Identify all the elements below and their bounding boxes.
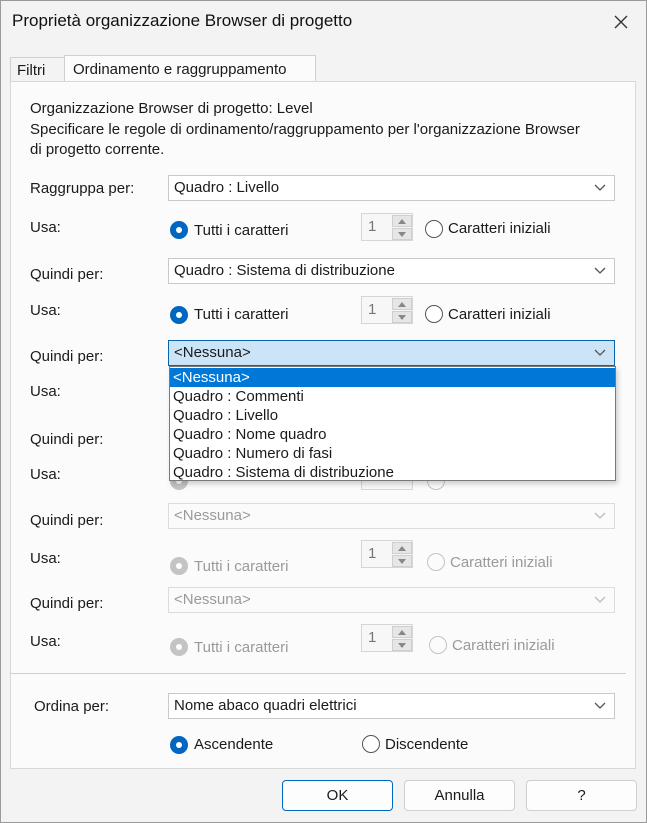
initial-chars-radio[interactable] <box>425 220 443 238</box>
stepper-up-icon[interactable] <box>392 298 412 310</box>
then-by-label: Quindi per: <box>30 348 104 365</box>
use-label: Usa: <box>30 219 61 236</box>
all-chars-radio[interactable] <box>170 221 188 239</box>
group-by-label: Raggruppa per: <box>30 180 135 197</box>
header-line-1: Organizzazione Browser di progetto: Leve… <box>30 100 313 117</box>
dropdown-option[interactable]: Quadro : Numero di fasi <box>170 444 615 463</box>
all-chars-label: Tutti i caratteri <box>194 639 289 656</box>
use-label: Usa: <box>30 302 61 319</box>
close-button[interactable] <box>604 8 638 36</box>
then-by-label: Quindi per: <box>30 431 104 448</box>
use-label: Usa: <box>30 466 61 483</box>
dialog-title: Proprietà organizzazione Browser di prog… <box>12 11 353 30</box>
header-line-2: Specificare le regole di ordinamento/rag… <box>30 121 580 138</box>
dropdown-option[interactable]: Quadro : Nome quadro <box>170 425 615 444</box>
combo-value: <Nessuna> <box>174 344 251 361</box>
sort-by-label: Ordina per: <box>34 698 110 715</box>
chars-count-stepper[interactable]: 1 <box>361 296 413 324</box>
combo-value: Quadro : Livello <box>174 179 280 196</box>
cancel-button[interactable]: Annulla <box>404 780 515 811</box>
group-by-combo[interactable]: Quadro : Livello <box>168 175 615 201</box>
dropdown-option[interactable]: Quadro : Livello <box>170 406 615 425</box>
ascending-label: Ascendente <box>194 736 274 753</box>
initial-chars-label: Caratteri iniziali <box>452 637 555 654</box>
sort-by-combo[interactable]: Nome abaco quadri elettrici <box>168 693 615 719</box>
chars-count-stepper[interactable]: 1 <box>361 540 413 568</box>
then-by-label: Quindi per: <box>30 512 104 529</box>
chars-count-stepper[interactable]: 1 <box>361 213 413 241</box>
combo-value: Quadro : Sistema di distribuzione <box>174 262 395 279</box>
all-chars-label: Tutti i caratteri <box>194 222 289 239</box>
all-chars-radio[interactable] <box>170 306 188 324</box>
combo-value: <Nessuna> <box>174 591 251 608</box>
descending-label: Discendente <box>385 736 469 753</box>
stepper-down-icon[interactable] <box>392 228 412 240</box>
then-by-combo-5[interactable]: <Nessuna> <box>168 587 615 613</box>
chevron-down-icon <box>594 702 606 709</box>
then-by-combo-2[interactable]: <Nessuna> <box>168 340 615 366</box>
dropdown-option[interactable]: Quadro : Commenti <box>170 387 615 406</box>
all-chars-radio[interactable] <box>170 557 188 575</box>
initial-chars-label: Caratteri iniziali <box>448 306 551 323</box>
then-by-label: Quindi per: <box>30 266 104 283</box>
tab-filtri[interactable]: Filtri <box>10 57 70 82</box>
initial-chars-radio[interactable] <box>425 305 443 323</box>
ascending-radio[interactable] <box>170 736 188 754</box>
stepper-down-icon[interactable] <box>392 639 412 651</box>
dropdown-list: <Nessuna> Quadro : Commenti Quadro : Liv… <box>169 366 616 481</box>
initial-chars-label: Caratteri iniziali <box>450 554 553 571</box>
use-label: Usa: <box>30 633 61 650</box>
initial-chars-radio[interactable] <box>429 636 447 654</box>
stepper-down-icon[interactable] <box>392 311 412 323</box>
stepper-value: 1 <box>368 545 377 562</box>
use-label: Usa: <box>30 550 61 567</box>
chevron-down-icon <box>594 596 606 603</box>
divider <box>10 673 626 674</box>
initial-chars-radio[interactable] <box>427 553 445 571</box>
help-button[interactable]: ? <box>526 780 637 811</box>
stepper-value: 1 <box>368 218 377 235</box>
stepper-value: 1 <box>368 629 377 646</box>
combo-value: Nome abaco quadri elettrici <box>174 697 357 714</box>
combo-value: <Nessuna> <box>174 507 251 524</box>
tab-label: Ordinamento e raggruppamento <box>73 61 287 78</box>
stepper-up-icon[interactable] <box>392 542 412 554</box>
stepper-up-icon[interactable] <box>392 215 412 227</box>
all-chars-radio[interactable] <box>170 638 188 656</box>
chevron-down-icon <box>594 184 606 191</box>
chevron-down-icon <box>594 349 606 356</box>
stepper-value: 1 <box>368 301 377 318</box>
ok-button[interactable]: OK <box>282 780 393 811</box>
close-icon <box>614 15 628 29</box>
chars-count-stepper[interactable]: 1 <box>361 624 413 652</box>
then-by-label: Quindi per: <box>30 595 104 612</box>
use-label: Usa: <box>30 383 61 400</box>
tab-label: Filtri <box>17 61 46 79</box>
then-by-combo-4[interactable]: <Nessuna> <box>168 503 615 529</box>
chevron-down-icon <box>594 512 606 519</box>
dropdown-option[interactable]: <Nessuna> <box>170 368 615 387</box>
then-by-combo-1[interactable]: Quadro : Sistema di distribuzione <box>168 258 615 284</box>
dropdown-option[interactable]: Quadro : Sistema di distribuzione <box>170 463 615 482</box>
stepper-down-icon[interactable] <box>392 555 412 567</box>
initial-chars-label: Caratteri iniziali <box>448 220 551 237</box>
all-chars-label: Tutti i caratteri <box>194 558 289 575</box>
descending-radio[interactable] <box>362 735 380 753</box>
header-line-3: di progetto corrente. <box>30 141 165 158</box>
stepper-up-icon[interactable] <box>392 626 412 638</box>
chevron-down-icon <box>594 267 606 274</box>
tab-ordinamento[interactable]: Ordinamento e raggruppamento <box>64 55 316 83</box>
all-chars-label: Tutti i caratteri <box>194 306 289 323</box>
